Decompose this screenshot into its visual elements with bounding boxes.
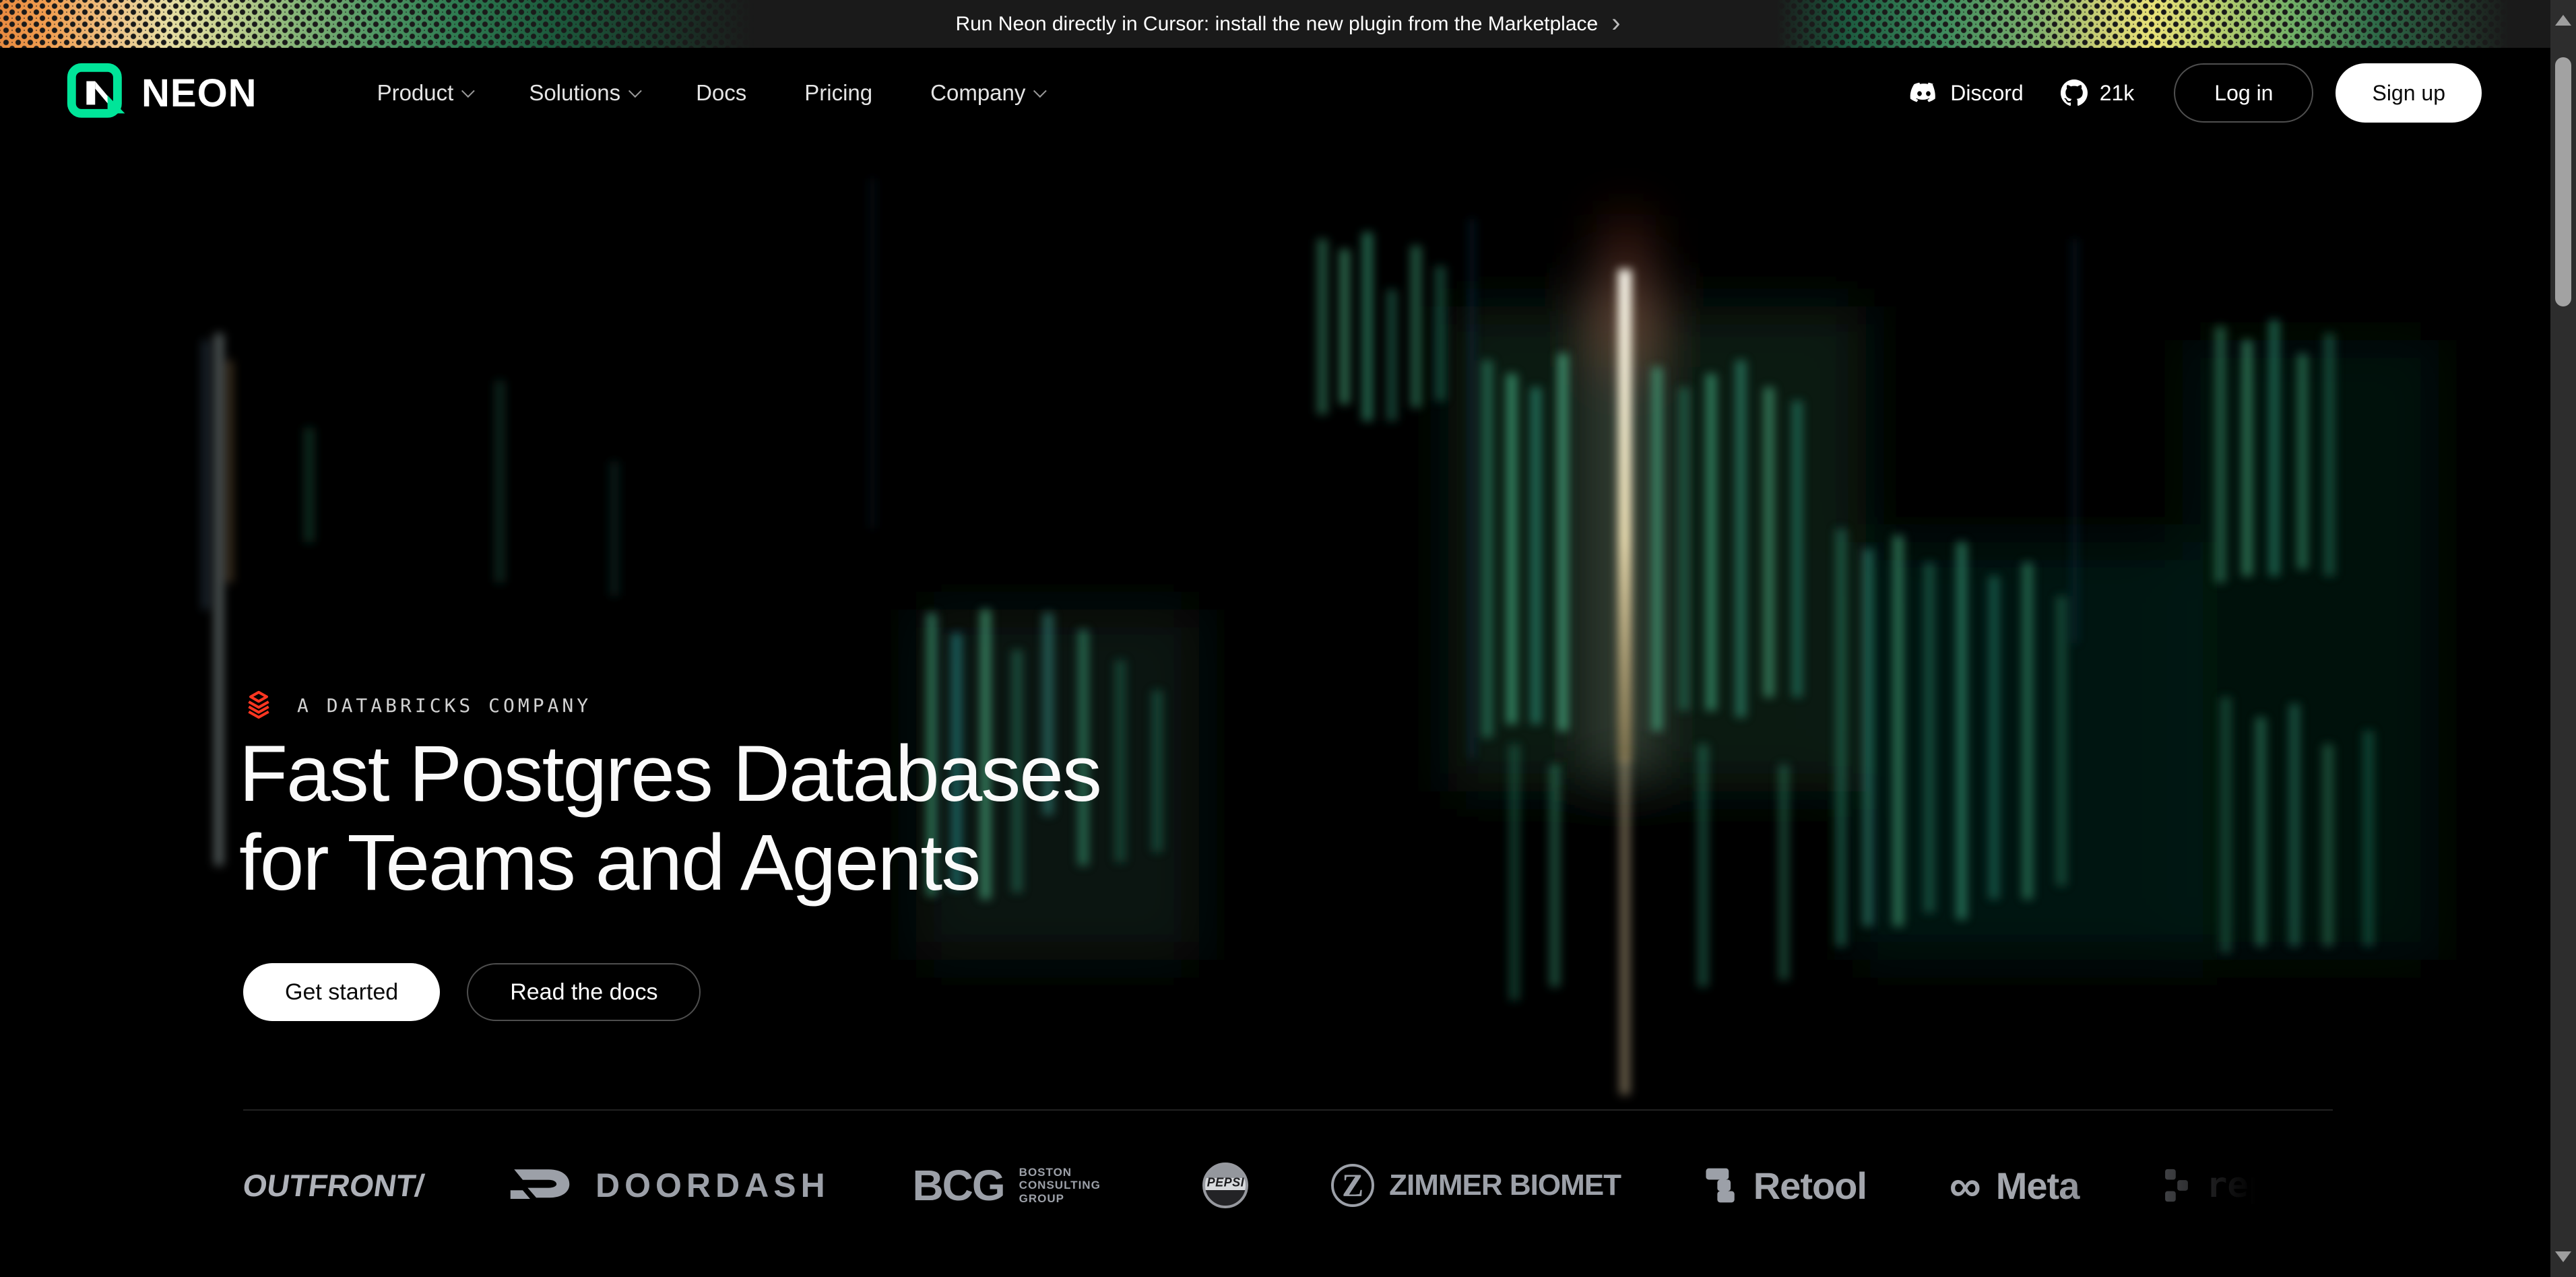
hero-section: A DATABRICKS COMPANY Fast Postgres Datab… [0,138,2576,1277]
neon-wordmark: NEON [141,71,257,116]
nav-item-pricing[interactable]: Pricing [785,67,891,119]
meta-infinity-icon: ∞ [1950,1168,1981,1204]
retool-icon [1704,1165,1739,1206]
databricks-icon [243,690,274,720]
hero-heading-line1: Fast Postgres Databases [239,729,1101,818]
logos-divider [243,1109,2333,1111]
zimmer-z-icon: Z [1331,1164,1374,1207]
discord-icon [1910,81,1938,104]
logo-outfront: OUTFRONT/ [243,1167,424,1204]
databricks-badge: A DATABRICKS COMPANY [243,690,591,720]
nav-links: Product Solutions Docs Pricing Company [358,67,1062,119]
neon-logo-icon [66,62,128,124]
nav-right-cluster: Discord 21k Log in Sign up [1910,63,2482,123]
navbar: NEON Product Solutions Docs Pricing Comp… [0,48,2576,138]
read-docs-button[interactable]: Read the docs [467,963,701,1021]
hero-cta-group: Get started Read the docs [243,963,701,1021]
banner-link[interactable]: Run Neon directly in Cursor: install the… [0,0,2576,48]
hero-heading-line2: for Teams and Agents [239,818,1101,907]
chevron-down-icon [1033,84,1047,98]
doordash-icon [507,1165,581,1206]
github-stars-link[interactable]: 21k [2061,79,2135,106]
hero-heading: Fast Postgres Databases for Teams and Ag… [239,729,1101,907]
pepsi-globe-icon: PEPSI [1202,1163,1248,1208]
chevron-down-icon [629,84,642,98]
banner-text: Run Neon directly in Cursor: install the… [955,13,1598,36]
logo-doordash: DOORDASH [507,1165,830,1206]
scrollbar-track[interactable] [2550,0,2576,1277]
logo-replit: replit [2162,1165,2333,1206]
neon-logo[interactable]: NEON [66,62,257,124]
scrollbar-down-arrow[interactable] [2555,1251,2571,1262]
nav-item-company[interactable]: Company [911,67,1062,119]
logo-pepsi: PEPSI [1202,1163,1248,1208]
nav-item-solutions[interactable]: Solutions [510,67,657,119]
chevron-down-icon [461,84,475,98]
get-started-button[interactable]: Get started [243,963,440,1021]
badge-text: A DATABRICKS COMPANY [297,694,591,717]
nav-item-product[interactable]: Product [358,67,490,119]
logo-bcg: BCG BOSTON CONSULTING GROUP [912,1160,1120,1210]
scrollbar-thumb[interactable] [2555,57,2571,306]
nav-item-docs[interactable]: Docs [677,67,765,119]
chevron-right-icon: › [1611,9,1620,36]
logo-meta: ∞ Meta [1950,1164,2080,1208]
signup-button[interactable]: Sign up [2336,63,2482,123]
replit-icon [2162,1166,2191,1205]
announcement-banner: Run Neon directly in Cursor: install the… [0,0,2576,48]
discord-label: Discord [1950,81,2023,106]
logo-zimmer-biomet: Z ZIMMER BIOMET [1331,1164,1621,1207]
discord-link[interactable]: Discord [1910,81,2023,106]
github-star-count: 21k [2100,81,2135,106]
scrollbar-up-arrow[interactable] [2555,15,2571,26]
logo-retool: Retool [1704,1164,1867,1208]
customer-logos-row: OUTFRONT/ DOORDASH BCG BOSTON CONSULTING… [243,1142,2333,1229]
github-icon [2061,79,2088,106]
login-button[interactable]: Log in [2174,63,2313,123]
